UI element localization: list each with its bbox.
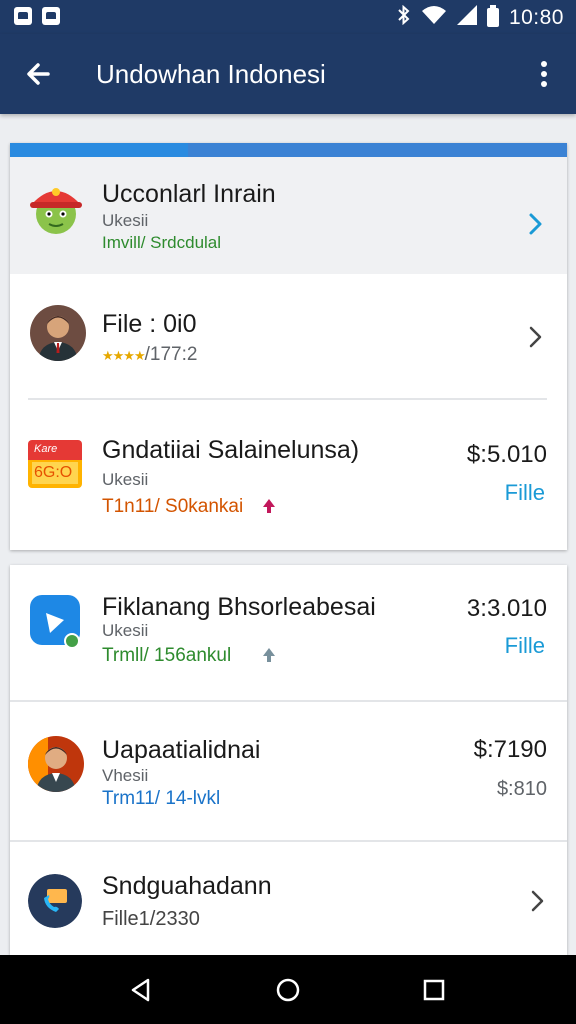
back-arrow-icon[interactable] — [18, 52, 62, 96]
item-meta: Trm11/ 14-lvkl — [102, 788, 221, 809]
chevron-right-icon[interactable] — [523, 209, 547, 239]
list-item[interactable]: Ucconlarl Inrain Ukesii Imvill/ Srdcdula… — [10, 157, 567, 274]
battery-icon — [486, 5, 499, 27]
list-item[interactable]: Sndguahadann Fille1/2330 — [10, 842, 567, 955]
recents-square-icon[interactable] — [419, 975, 449, 1005]
item-meta: T1n11/ S0kankai — [102, 496, 244, 517]
chevron-right-icon[interactable] — [525, 886, 549, 916]
list-item[interactable]: Fiklanang Bhsorleabesai Ukesii Trmll/ 15… — [10, 565, 567, 700]
person-avatar — [30, 305, 86, 361]
list-item[interactable]: Uapaatialidnai Vhesii Trm11/ 14-lvkl $:7… — [10, 702, 567, 840]
person-avatar — [28, 736, 84, 792]
home-circle-icon[interactable] — [273, 975, 303, 1005]
item-price: $:5.010 — [466, 441, 547, 468]
photo-icon — [42, 7, 60, 25]
item-meta-row: ★★★★/177:2 — [102, 344, 197, 366]
item-meta: Imvill/ Srdcdulal — [102, 233, 222, 252]
status-time: 10:80 — [508, 5, 564, 29]
thumb-label-bottom: 6G:O — [34, 464, 73, 481]
bluetooth-icon — [397, 4, 411, 30]
item-subtitle: Vhesii — [102, 766, 149, 785]
list-card-2: Fiklanang Bhsorleabesai Ukesii Trmll/ 15… — [10, 565, 567, 955]
cartoon-mascot-icon — [26, 180, 86, 240]
page-title: Undowhan Indonesi — [96, 59, 326, 89]
item-title: Gndatiiai Salainelunsa) — [102, 436, 360, 464]
ticket-thumbnail: Kare 6G:O — [28, 440, 82, 488]
item-title: Uapaatialidnai — [102, 736, 261, 764]
item-title: Ucconlarl Inrain — [102, 180, 276, 208]
item-meta: Trmll/ 156ankul — [102, 645, 232, 666]
app-logo-icon — [28, 593, 84, 649]
list-card-1: Ucconlarl Inrain Ukesii Imvill/ Srdcdula… — [10, 143, 567, 550]
item-subtitle: Ukesii — [102, 211, 149, 230]
app-bar: Undowhan Indonesi — [0, 34, 576, 114]
status-bar: 10:80 — [0, 0, 576, 34]
file-link[interactable]: Fille — [505, 480, 545, 506]
arrow-up-icon — [263, 648, 275, 662]
item-title: File : 0i0 — [102, 310, 197, 338]
file-link[interactable]: Fille — [505, 633, 545, 659]
arrow-up-icon — [263, 499, 275, 513]
chevron-right-icon[interactable] — [523, 322, 547, 352]
item-subtitle: Ukesii — [102, 470, 149, 489]
item-title: Fiklanang Bhsorleabesai — [102, 593, 376, 621]
phone-badge-icon — [28, 874, 82, 928]
item-title: Sndguahadann — [102, 872, 272, 900]
item-meta: /177:2 — [144, 344, 198, 365]
progress-fill — [10, 143, 189, 157]
list-item[interactable]: File : 0i0 ★★★★/177:2 — [10, 274, 567, 398]
stars-icon: ★★★★ — [102, 348, 146, 363]
wifi-icon — [421, 5, 447, 30]
item-subtitle: Ukesii — [102, 621, 149, 640]
item-price: 3:3.010 — [466, 595, 547, 622]
item-subtitle: Fille1/2330 — [102, 908, 200, 930]
list-item[interactable]: Kare 6G:O Gndatiiai Salainelunsa) Ukesii… — [10, 400, 567, 550]
item-price: $:7190 — [473, 736, 547, 763]
image-icon — [14, 7, 32, 25]
back-triangle-icon[interactable] — [126, 975, 156, 1005]
progress-bar — [10, 143, 567, 157]
item-price-secondary: $:810 — [496, 778, 547, 800]
thumb-label-top: Kare — [34, 443, 58, 455]
system-nav-bar — [0, 955, 576, 1024]
more-vert-icon[interactable] — [526, 56, 562, 92]
signal-icon — [456, 5, 477, 30]
